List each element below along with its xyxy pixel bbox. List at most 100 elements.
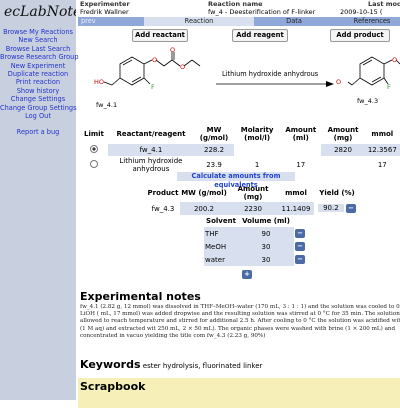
solvent-volume-cell[interactable]: 30 (238, 253, 294, 266)
last-modified-value: 2009-10-15 ( (340, 8, 383, 16)
tab-bar: prev Reaction Data References (78, 17, 400, 26)
table-row: water 30 − (204, 253, 310, 266)
tab-data[interactable]: Data (254, 17, 334, 26)
limit-radio-selected[interactable] (89, 145, 98, 153)
col-mw: MW (g/mol) (199, 126, 229, 142)
amount-mg-cell[interactable]: 2820 (321, 144, 365, 156)
reaction-arrow (216, 81, 334, 87)
nav-browse-my-reactions[interactable]: Browse My Reactions (0, 28, 76, 36)
col-reactant: Reactant/reagent (116, 130, 186, 138)
col-product: Product (147, 189, 179, 197)
col-amount-ml: Amount (ml) (285, 126, 317, 142)
reaction-name-value: fw_4 - Deesterification of F-linker (208, 8, 316, 16)
mw-cell[interactable]: 228.2 (194, 144, 235, 156)
notes-title: Experimental notes (80, 290, 201, 303)
yield-cell: 90.2 − (314, 202, 360, 215)
table-row: MeOH 30 − (204, 240, 310, 253)
tab-references[interactable]: References (334, 17, 400, 26)
remove-solvent-icon[interactable]: − (295, 229, 305, 238)
keywords-section: Keywords ester hydrolysis, fluorinated l… (80, 358, 262, 371)
limit-radio[interactable] (89, 160, 98, 168)
svg-text:O: O (336, 78, 341, 86)
reaction-name-label: Reaction name (208, 0, 263, 8)
keywords-text[interactable]: ester hydrolysis, fluorinated linker (143, 362, 263, 370)
remove-solvent-icon[interactable]: − (295, 255, 305, 264)
limit-radio-cell (80, 156, 108, 174)
col-mmol: mmol (371, 130, 394, 138)
scrapbook-section: Scrapbook (78, 378, 400, 408)
svg-text:O: O (392, 56, 397, 64)
reactant-name-cell: fw_4.1 (107, 144, 194, 156)
reaction-header: Experimenter Fredrik Wallner Reaction na… (78, 0, 400, 16)
col-mmol: mmol (285, 189, 307, 197)
col-limit: Limit (83, 130, 104, 138)
solvent-name-cell[interactable]: MeOH (204, 240, 238, 253)
nav-report-bug[interactable]: Report a bug (0, 128, 76, 136)
add-solvent-icon[interactable]: + (242, 270, 252, 279)
add-reagent-button[interactable]: Add reagent (232, 29, 288, 42)
solvent-table-header: Solvent Volume (ml) (204, 214, 310, 227)
reactant-name: fw_4.1 (96, 101, 118, 109)
calculate-equivalents-button[interactable]: Calculate amounts from equivalents (177, 172, 295, 189)
tab-reaction[interactable]: Reaction (144, 17, 254, 26)
nav-browse-research-group[interactable]: Browse Research Group (0, 53, 79, 61)
remove-solvent-icon[interactable]: − (295, 242, 305, 251)
table-row: THF 90 − (204, 227, 310, 240)
product-table-header: Product MW (g/mol) Amount (mg) mmol Yiel… (146, 184, 360, 202)
notes-text[interactable]: fw_4.1 (2.82 g, 12 mmol) was dissolved i… (80, 304, 400, 340)
nav-duplicate-reaction[interactable]: Duplicate reaction (0, 70, 76, 78)
nav-browse-last-search[interactable]: Browse Last Search (0, 45, 76, 53)
col-amount-mg: Amount (mg) (327, 126, 359, 142)
product-name-cell: fw_4.3 (151, 204, 175, 213)
solvent-table: Solvent Volume (ml) THF 90 − MeOH 30 − w… (204, 214, 310, 266)
tab-prev[interactable]: prev (78, 17, 111, 26)
nav-change-group-settings[interactable]: Change Group Settings (0, 104, 77, 112)
remove-product-icon[interactable]: − (346, 204, 357, 213)
reagent-text: Lithium hydroxide anhydrous (222, 70, 319, 78)
reactant-table: Limit Reactant/reagent MW (g/mol) Molari… (80, 124, 400, 174)
mmol-cell[interactable]: 12.3567 (364, 144, 400, 156)
yield-value[interactable]: 90.2 (317, 204, 344, 212)
solvent-name-cell[interactable]: water (204, 253, 238, 266)
sidebar: ecLabNote Browse My Reactions New Search… (0, 0, 79, 400)
col-mw: MW (g/mol) (181, 189, 227, 197)
table-row: fw_4.1 228.2 2820 12.3567 (80, 144, 400, 156)
svg-text:HO: HO (94, 78, 104, 86)
solvent-volume-cell[interactable]: 30 (238, 240, 294, 253)
add-product-button[interactable]: Add product (330, 29, 390, 42)
svg-text:O: O (170, 46, 175, 54)
nav-log-out[interactable]: Log Out (0, 112, 76, 120)
nav-new-search[interactable]: New Search (0, 36, 76, 44)
add-reactant-button[interactable]: Add reactant (132, 29, 188, 42)
experimenter-label: Experimenter (80, 0, 130, 8)
solvent-action-cell: − (294, 240, 310, 253)
nav-new-experiment[interactable]: New Experiment (0, 62, 76, 70)
solvent-name-cell[interactable]: THF (204, 227, 238, 240)
col-molarity: Molarity (mol/l) (240, 126, 274, 142)
molarity-cell[interactable] (234, 144, 280, 156)
solvent-action-cell: − (294, 253, 310, 266)
svg-text:F: F (151, 83, 155, 91)
col-solvent: Solvent (206, 216, 236, 225)
amount-ml-cell[interactable] (280, 144, 321, 156)
svg-text:O: O (152, 56, 157, 64)
keywords-title: Keywords (80, 358, 141, 371)
svg-text:O: O (180, 63, 185, 71)
eclabnote-logo: ecLabNote (4, 4, 76, 20)
limit-radio-cell (80, 144, 108, 156)
amount-mg-cell[interactable] (321, 156, 364, 174)
nav-print-reaction[interactable]: Print reaction (0, 78, 76, 86)
col-amount: Amount (mg) (237, 185, 269, 201)
solvent-volume-cell[interactable]: 90 (238, 227, 294, 240)
last-modified-label: Last modif (368, 0, 400, 8)
experimenter-value: Fredrik Wallner (80, 8, 129, 16)
col-volume: Volume (ml) (242, 216, 290, 225)
scrapbook-title: Scrapbook (80, 380, 146, 393)
nav-change-settings[interactable]: Change Settings (0, 95, 76, 103)
svg-text:F: F (387, 83, 391, 91)
nav-show-history[interactable]: Show history (0, 87, 76, 95)
mmol-cell[interactable]: 17 (365, 156, 400, 174)
logo-text: ecLabNote (4, 4, 76, 20)
reactant-table-header: Limit Reactant/reagent MW (g/mol) Molari… (80, 124, 400, 144)
